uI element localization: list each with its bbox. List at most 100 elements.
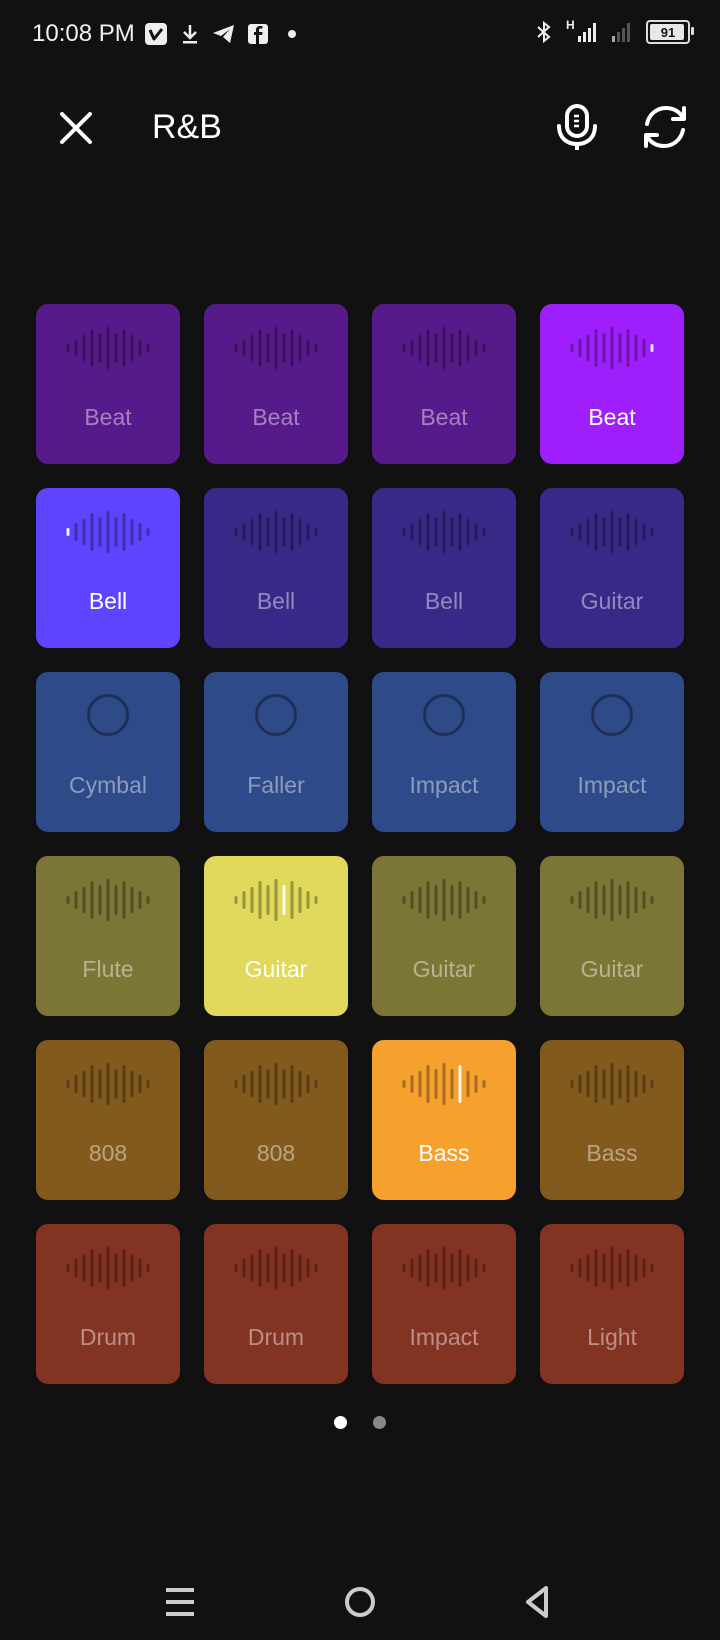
page-dot[interactable] [334,1416,347,1429]
sound-pad[interactable]: Beat [540,304,684,464]
sound-pad[interactable]: Bass [372,1040,516,1200]
sound-pad[interactable]: Bell [372,488,516,648]
pad-label: Guitar [244,956,308,982]
pad-label: Light [587,1324,637,1350]
sound-pad[interactable]: Bass [540,1040,684,1200]
pad-label: Drum [79,1324,137,1350]
battery-indicator: 91 [646,20,694,44]
close-icon [60,112,92,144]
sound-pad[interactable]: Flute [36,856,180,1016]
waveform-icon [570,876,654,924]
pad-label: Bass [586,1140,638,1166]
back-button[interactable] [516,1580,560,1624]
sound-pad[interactable]: 808 [36,1040,180,1200]
menu-icon [166,1588,194,1616]
refresh-button[interactable] [638,100,692,154]
waveform-icon [402,1060,486,1108]
sound-pad[interactable]: Guitar [204,856,348,1016]
refresh-icon [644,105,686,149]
waveform-icon [66,324,150,372]
waveform-icon [570,1060,654,1108]
waveform-icon [66,508,150,556]
pad-label: Bell [88,588,128,614]
sound-pad[interactable]: Cymbal [36,672,180,832]
sound-pad[interactable]: Drum [204,1224,348,1384]
waveform-icon [234,324,318,372]
sound-pad[interactable]: Beat [204,304,348,464]
navigation-bar [0,1560,720,1640]
waveform-icon [402,876,486,924]
pad-label: Beat [252,404,300,430]
pad-label: Guitar [580,956,644,982]
record-button[interactable] [550,100,604,154]
sound-pad[interactable]: Bell [36,488,180,648]
sound-pad[interactable]: Impact [540,672,684,832]
sound-pad[interactable]: Guitar [540,856,684,1016]
waveform-icon [234,1060,318,1108]
sound-pad[interactable]: Faller [204,672,348,832]
status-system-icons: H 91 [532,18,694,44]
pad-label: Beat [84,404,132,430]
empty-circle-icon [591,694,633,736]
back-icon [526,1586,548,1618]
sound-pad[interactable]: 808 [204,1040,348,1200]
pad-label: Drum [247,1324,305,1350]
waveform-icon [234,876,318,924]
waveform-icon [570,1244,654,1292]
waveform-icon [234,1244,318,1292]
sound-pad[interactable]: Impact [372,672,516,832]
sound-pad[interactable]: Bell [204,488,348,648]
page-dot[interactable] [373,1416,386,1429]
status-bar: 10:08 PM H 91 [0,0,720,72]
waveform-icon [402,324,486,372]
waveform-icon [66,1060,150,1108]
pad-label: Bell [256,588,296,614]
pad-label: Guitar [580,588,644,614]
app-header: R&B [0,80,720,180]
waveform-icon [66,876,150,924]
empty-circle-icon [87,694,129,736]
waveform-icon [570,508,654,556]
sound-pad[interactable]: Light [540,1224,684,1384]
bluetooth-icon [532,20,556,44]
pad-label: 808 [88,1140,128,1166]
pad-label: Impact [577,772,647,798]
sound-pad[interactable]: Guitar [372,856,516,1016]
pad-label: Impact [409,772,479,798]
pad-grid: Beat Beat Beat Beat Bell Bell Bell Guitar Cymbal… [36,304,684,1384]
pad-label: 808 [256,1140,296,1166]
home-button[interactable] [338,1580,382,1624]
sound-pad[interactable]: Beat [372,304,516,464]
sound-pad[interactable]: Beat [36,304,180,464]
page-indicator [0,1416,720,1429]
waveform-icon [66,1244,150,1292]
waveform-icon [402,1244,486,1292]
waveform-icon [402,508,486,556]
waveform-icon [234,508,318,556]
signal-weak-icon [610,20,636,44]
close-button[interactable] [52,104,100,152]
microphone-icon [557,104,597,150]
menu-button[interactable] [158,1580,202,1624]
pad-label: Bass [418,1140,470,1166]
download-icon [178,22,202,46]
sound-pad[interactable]: Drum [36,1224,180,1384]
status-time: 10:08 PM [32,20,135,47]
home-icon [345,1587,375,1617]
pad-label: Guitar [412,956,476,982]
pad-label: Beat [588,404,636,430]
sound-pad[interactable]: Impact [372,1224,516,1384]
pad-label: Bell [424,588,464,614]
telegram-icon [212,22,236,46]
signal-icon: H [566,18,600,44]
empty-circle-icon [255,694,297,736]
status-notification-icons [144,22,304,46]
sound-pad[interactable]: Guitar [540,488,684,648]
empty-circle-icon [423,694,465,736]
pad-label: Cymbal [69,772,147,798]
page-title: R&B [152,108,222,146]
dot-icon [280,22,304,46]
battery-level: 91 [660,24,676,40]
pad-label: Flute [82,956,134,982]
pad-label: Impact [409,1324,479,1350]
